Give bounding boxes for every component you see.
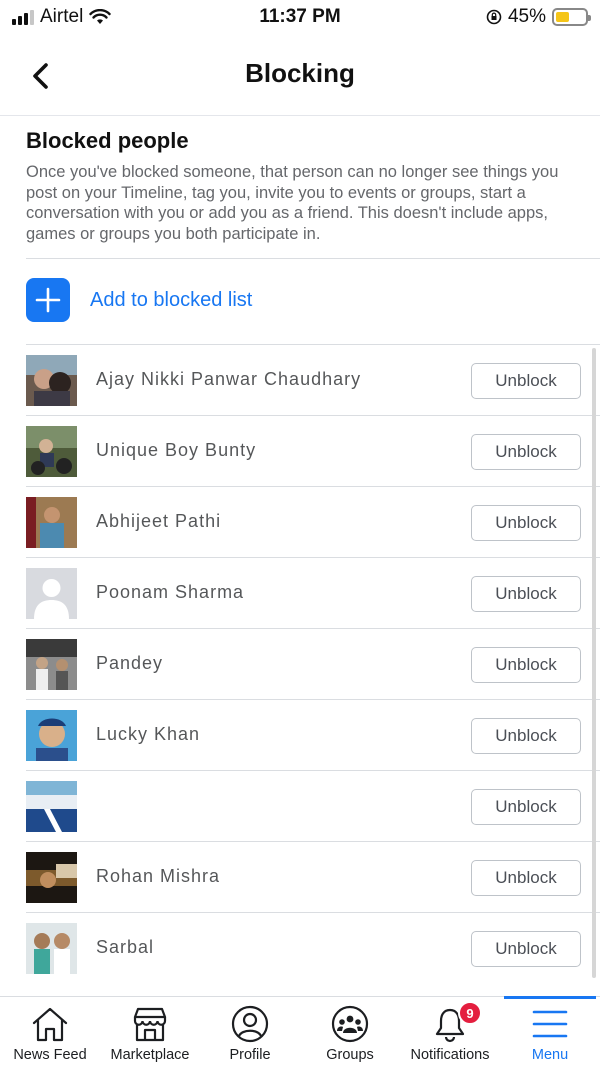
section-description: Once you've blocked someone, that person… [26, 163, 559, 243]
avatar [26, 497, 77, 548]
unblock-button[interactable]: Unblock [471, 576, 581, 612]
unblock-button[interactable]: Unblock [471, 505, 581, 541]
plus-icon[interactable] [26, 278, 70, 322]
avatar [26, 710, 77, 761]
tab-bar: News Feed Marketplace Profile Groups 9 N… [0, 996, 600, 1066]
tab-label[interactable]: Notifications [411, 1047, 490, 1063]
unblock-button[interactable]: Unblock [471, 363, 581, 399]
status-bar: Airtel 11:37 PM 45% [0, 0, 600, 34]
blocked-name: Unique Boy Bunty [96, 440, 257, 460]
divider [26, 258, 600, 259]
menu-icon[interactable] [530, 1005, 570, 1043]
scrollbar[interactable] [592, 348, 596, 978]
unblock-button[interactable]: Unblock [471, 860, 581, 896]
status-right: 45% [486, 6, 591, 28]
blocked-name: Pandey [96, 653, 164, 673]
list-item: Lucky Khan Unblock [26, 699, 600, 770]
add-to-blocked-list-label[interactable]: Add to blocked list [90, 289, 252, 312]
unblock-button[interactable]: Unblock [471, 434, 581, 470]
battery-level [556, 12, 569, 22]
tab-label[interactable]: Groups [326, 1047, 374, 1063]
battery-percent: 45% [507, 6, 546, 27]
blocked-name: Ajay Nikki Panwar Chaudhary [96, 369, 362, 389]
tab-profile[interactable]: Profile [200, 997, 300, 1066]
tab-news-feed[interactable]: News Feed [0, 997, 100, 1066]
orientation-lock-icon [486, 9, 502, 25]
list-item: Poonam Sharma Unblock [26, 557, 600, 628]
tab-label[interactable]: Marketplace [111, 1047, 190, 1063]
list-item: Sarbal Unblock [26, 912, 600, 983]
page-title: Blocking [245, 58, 355, 88]
blocked-name: Abhijeet Pathi [96, 511, 222, 531]
list-item: Rohan Mishra Unblock [26, 841, 600, 912]
header: Blocking [0, 44, 600, 116]
unblock-button[interactable]: Unblock [471, 647, 581, 683]
tab-label[interactable]: Menu [532, 1047, 568, 1063]
list-item: Ajay Nikki Panwar Chaudhary Unblock [26, 344, 600, 415]
blocked-name: Sarbal [96, 937, 155, 957]
avatar [26, 852, 77, 903]
blocked-name: Poonam Sharma [96, 582, 245, 602]
groups-icon[interactable] [330, 1005, 370, 1043]
profile-icon[interactable] [230, 1005, 270, 1043]
section-title: Blocked people [26, 128, 189, 153]
notification-badge: 9 [458, 1001, 482, 1025]
tab-notifications[interactable]: 9 Notifications [400, 997, 500, 1066]
list-item: Unblock [26, 770, 600, 841]
store-icon[interactable] [130, 1005, 170, 1043]
unblock-button[interactable]: Unblock [471, 718, 581, 754]
avatar [26, 781, 77, 832]
avatar [26, 355, 77, 406]
avatar [26, 639, 77, 690]
tab-label[interactable]: News Feed [13, 1047, 86, 1063]
battery-icon [552, 8, 591, 26]
avatar [26, 426, 77, 477]
list-item: Pandey Unblock [26, 628, 600, 699]
avatar-placeholder [26, 568, 77, 619]
home-icon[interactable] [30, 1005, 70, 1043]
tab-groups[interactable]: Groups [300, 997, 400, 1066]
blocked-list: Ajay Nikki Panwar Chaudhary Unblock Uniq… [26, 344, 600, 983]
blocked-name: Rohan Mishra [96, 866, 221, 886]
tab-menu[interactable]: Menu [500, 996, 600, 1066]
add-to-blocked-list-button[interactable]: Add to blocked list [26, 278, 252, 322]
tab-label[interactable]: Profile [229, 1047, 270, 1063]
list-item: Unique Boy Bunty Unblock [26, 415, 600, 486]
avatar [26, 923, 77, 974]
list-item: Abhijeet Pathi Unblock [26, 486, 600, 557]
unblock-button[interactable]: Unblock [471, 789, 581, 825]
tab-marketplace[interactable]: Marketplace [100, 997, 200, 1066]
blocked-name: Lucky Khan [96, 724, 201, 744]
unblock-button[interactable]: Unblock [471, 931, 581, 967]
